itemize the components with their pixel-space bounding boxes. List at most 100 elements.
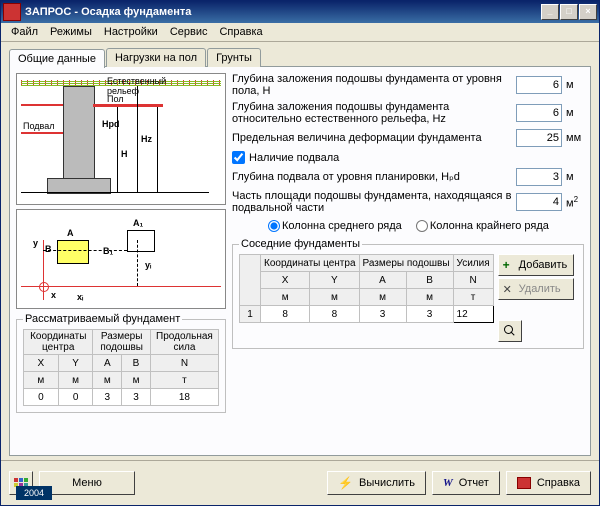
considered-unit-A: м [93, 372, 122, 389]
considered-col-A: A [93, 355, 122, 372]
label-def-limit: Предельная величина деформации фундамент… [232, 132, 512, 144]
considered-row[interactable]: 0 0 3 3 18 [24, 389, 219, 406]
input-depth-relief[interactable] [516, 104, 562, 122]
tab-general[interactable]: Общие данные [9, 49, 105, 68]
considered-unit-N: т [150, 372, 218, 389]
diagram-label-A1: A₁ [133, 218, 143, 228]
checkbox-has-basement[interactable] [232, 151, 245, 164]
diagram-label-A: A [67, 228, 74, 238]
row-basement-area: Часть площади подошвы фундамента, находя… [232, 190, 584, 214]
unit-depth-floor: м [566, 79, 584, 91]
unit-depth-relief: м [566, 107, 584, 119]
right-column: Глубина заложения подошвы фундамента от … [232, 73, 584, 449]
considered-foundation-group: Рассматриваемый фундамент Координаты цен… [16, 313, 226, 413]
considered-col-group-size: Размеры подошвы [93, 330, 150, 355]
diagram-label-B1: B₁ [103, 246, 113, 256]
menu-help[interactable]: Справка [213, 24, 268, 40]
neighbors-unit-A: м [359, 289, 406, 306]
footer-menu-button[interactable]: Меню [39, 471, 135, 495]
considered-col-X: X [24, 355, 59, 372]
considered-cell-Y[interactable]: 0 [58, 389, 93, 406]
menu-modes[interactable]: Режимы [44, 24, 98, 40]
delete-neighbor-button[interactable]: ✕Удалить [498, 278, 574, 300]
client-area: Общие данные Нагрузки на пол Грунты Есте… [1, 42, 599, 460]
close-button[interactable]: × [579, 4, 597, 20]
diagram-label-hpd: Hpd [102, 119, 120, 129]
input-basement-area[interactable] [516, 193, 562, 211]
window-title: ЗАПРОС - Осадка фундамента [25, 6, 541, 18]
neighbors-buttons: +Добавить ✕Удалить [498, 254, 574, 342]
titlebar: ЗАПРОС - Осадка фундамента _ □ × [1, 1, 599, 23]
tab-soils[interactable]: Грунты [207, 48, 261, 67]
diagram-label-hz: Hz [141, 134, 152, 144]
minimize-button[interactable]: _ [541, 4, 559, 20]
neighbors-cell-A[interactable]: 3 [359, 306, 406, 323]
neighbors-cell-B[interactable]: 3 [406, 306, 453, 323]
neighbors-col-X: X [261, 272, 310, 289]
unit-def-limit: мм [566, 132, 584, 144]
neighbors-unit-Y: м [310, 289, 359, 306]
menu-settings[interactable]: Настройки [98, 24, 164, 40]
neighbors-rowhead-blank [240, 255, 261, 306]
input-basement-depth[interactable] [516, 168, 562, 186]
add-neighbor-button[interactable]: +Добавить [498, 254, 574, 276]
column-position-radios: Колонна среднего ряда Колонна крайнего р… [268, 220, 584, 232]
row-depth-floor: Глубина заложения подошвы фундамента от … [232, 73, 584, 97]
neighbors-cell-Y[interactable]: 8 [310, 306, 359, 323]
w-icon: W [443, 477, 453, 489]
neighbors-col-B: B [406, 272, 453, 289]
neighbors-cell-X[interactable]: 8 [261, 306, 310, 323]
footer-report-button[interactable]: WОтчет [432, 471, 500, 495]
row-def-limit: Предельная величина деформации фундамент… [232, 129, 584, 147]
input-def-limit[interactable] [516, 129, 562, 147]
neighbors-col-N: N [453, 272, 493, 289]
plus-icon: + [503, 259, 515, 271]
considered-unit-B: м [122, 372, 151, 389]
maximize-button[interactable]: □ [560, 4, 578, 20]
neighbors-col-group-force: Усилия [453, 255, 493, 272]
diagram-plan: A B A₁ B₁ x xᵢ y yᵢ [16, 209, 226, 309]
app-window: ЗАПРОС - Осадка фундамента _ □ × Файл Ре… [0, 0, 600, 506]
radio-edge-label: Колонна крайнего ряда [430, 220, 549, 232]
footer-toolbar: Меню ⚡Вычислить WОтчет Справка [1, 460, 599, 505]
window-controls: _ □ × [541, 4, 597, 20]
magnifier-icon [504, 325, 516, 337]
menu-file[interactable]: Файл [5, 24, 44, 40]
view-neighbor-button[interactable] [498, 320, 522, 342]
menubar: Файл Режимы Настройки Сервис Справка [1, 23, 599, 42]
neighbors-col-A: A [359, 272, 406, 289]
considered-cell-B[interactable]: 3 [122, 389, 151, 406]
considered-cell-N[interactable]: 18 [150, 389, 218, 406]
radio-mid-label: Колонна среднего ряда [282, 220, 402, 232]
app-icon [3, 3, 21, 21]
row-basement-depth: Глубина подвала от уровня планировки, Hₚ… [232, 168, 584, 186]
tab-panel-general: Естественный рельеф Пол Подвал Hpd Hz H [9, 66, 591, 456]
diagram-label-pol: Пол [107, 94, 124, 104]
radio-edge-input[interactable] [416, 220, 428, 232]
considered-col-Y: Y [58, 355, 93, 372]
radio-mid-column[interactable]: Колонна среднего ряда [268, 220, 402, 232]
considered-col-group-center: Координаты центра [24, 330, 93, 355]
x-icon: ✕ [503, 283, 515, 295]
row-has-basement: Наличие подвала [232, 151, 584, 164]
neighbors-group: Соседние фундаменты Координаты центра Ра… [232, 238, 584, 349]
tab-loads[interactable]: Нагрузки на пол [106, 48, 206, 67]
considered-cell-X[interactable]: 0 [24, 389, 59, 406]
tabstrip: Общие данные Нагрузки на пол Грунты [9, 48, 591, 67]
considered-cell-A[interactable]: 3 [93, 389, 122, 406]
input-depth-floor[interactable] [516, 76, 562, 94]
radio-mid-input[interactable] [268, 220, 280, 232]
diagram-label-h: H [121, 149, 128, 159]
neighbors-cell-N[interactable]: 12 [453, 306, 493, 323]
neighbors-col-group-size: Размеры подошвы [359, 255, 453, 272]
neighbors-col-Y: Y [310, 272, 359, 289]
left-column: Естественный рельеф Пол Подвал Hpd Hz H [16, 73, 226, 449]
menu-service[interactable]: Сервис [164, 24, 214, 40]
diagram-label-B: B [45, 244, 52, 254]
diagram-label-xi: xᵢ [77, 292, 83, 302]
row-depth-relief: Глубина заложения подошвы фундамента отн… [232, 101, 584, 125]
radio-edge-column[interactable]: Колонна крайнего ряда [416, 220, 549, 232]
neighbors-row[interactable]: 1 8 8 3 3 12 [240, 306, 494, 323]
footer-calc-button[interactable]: ⚡Вычислить [327, 471, 426, 495]
footer-help-button[interactable]: Справка [506, 471, 591, 495]
